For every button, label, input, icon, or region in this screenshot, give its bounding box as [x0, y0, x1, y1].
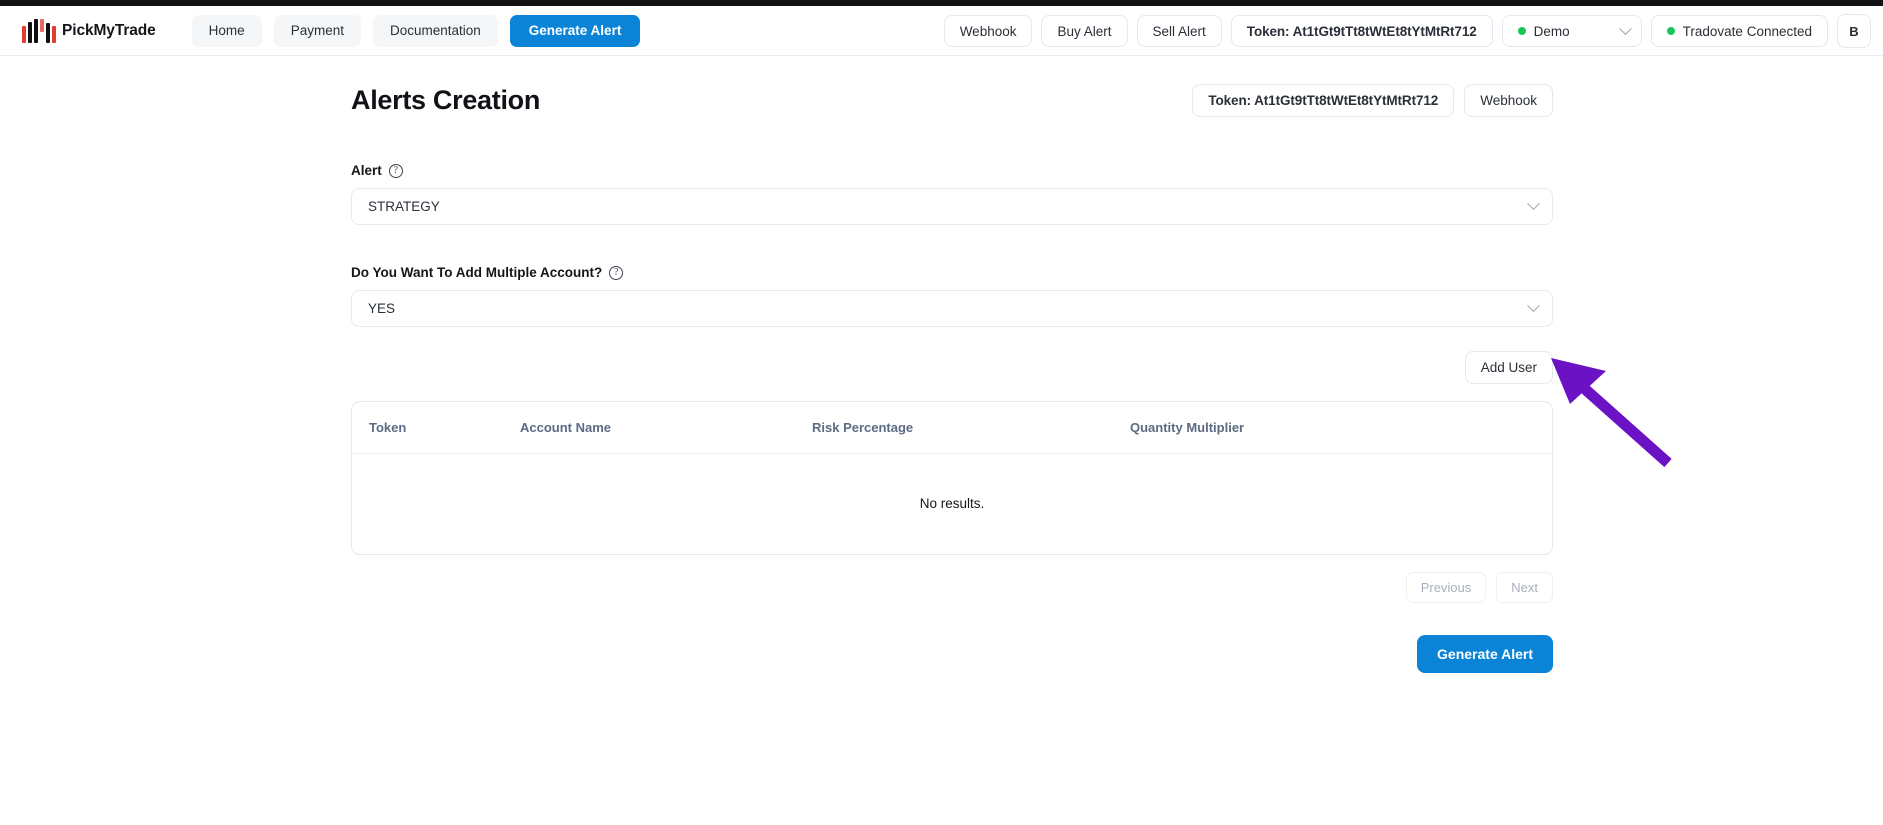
nav-item-home[interactable]: Home: [191, 14, 262, 47]
help-circle-icon[interactable]: ?: [609, 265, 624, 280]
broker-connection-status[interactable]: Tradovate Connected: [1650, 15, 1828, 47]
navbar-right-group: Webhook Buy Alert Sell Alert Token: At1t…: [943, 6, 1871, 56]
environment-status-dot-icon: [1517, 27, 1526, 35]
chevron-down-icon: [1527, 299, 1540, 313]
accounts-table-head: Token Account Name Risk Percentage Quant…: [352, 402, 1552, 454]
broker-status-dot-icon: [1666, 27, 1675, 35]
multiple-account-select-value: YES: [368, 301, 396, 316]
multiple-account-label-row: Do You Want To Add Multiple Account? ?: [351, 265, 1553, 280]
alert-field-label-row: Alert ?: [351, 163, 1553, 178]
multiple-account-select[interactable]: YES: [351, 290, 1553, 327]
accounts-table-body: No results.: [352, 454, 1552, 554]
alert-type-select-value: STRATEGY: [368, 199, 440, 214]
pagination-next-button[interactable]: Next: [1496, 571, 1553, 603]
navbar-webhook-button[interactable]: Webhook: [943, 15, 1033, 47]
table-empty-row: No results.: [352, 454, 1552, 554]
multiple-account-label: Do You Want To Add Multiple Account?: [351, 265, 603, 280]
brand-name: PickMyTrade: [62, 21, 156, 39]
multiple-account-field: Do You Want To Add Multiple Account? ? Y…: [351, 265, 1553, 327]
environment-selector-label: Demo: [1533, 23, 1570, 39]
header-token-button[interactable]: Token: At1tGt9tTt8tWtEt8tYtMtRt712: [1192, 83, 1455, 117]
main-navbar: PickMyTrade Home Payment Documentation G…: [0, 6, 1883, 56]
nav-item-payment[interactable]: Payment: [273, 14, 361, 47]
alerts-creation-container: Alerts Creation Token: At1tGt9tTt8tWtEt8…: [351, 77, 1553, 673]
pickmytrade-bars-icon: [22, 18, 56, 43]
column-header-risk-percentage: Risk Percentage: [812, 402, 1130, 454]
table-header-row: Token Account Name Risk Percentage Quant…: [352, 402, 1552, 454]
page-title: Alerts Creation: [351, 84, 541, 115]
chevron-down-icon: [1618, 21, 1632, 35]
navbar-sell-alert-button[interactable]: Sell Alert: [1136, 15, 1222, 47]
accounts-table-card: Token Account Name Risk Percentage Quant…: [351, 401, 1553, 555]
add-user-row: Add User: [351, 351, 1553, 384]
navbar-buy-alert-button[interactable]: Buy Alert: [1041, 15, 1128, 47]
pagination-previous-button[interactable]: Previous: [1405, 571, 1487, 603]
page-body: Alerts Creation Token: At1tGt9tTt8tWtEt8…: [0, 57, 1883, 825]
help-circle-icon[interactable]: ?: [388, 163, 403, 178]
broker-connection-label: Tradovate Connected: [1682, 23, 1812, 39]
column-header-quantity-multiplier: Quantity Multiplier: [1130, 402, 1552, 454]
chevron-down-icon: [1527, 197, 1540, 211]
navbar-token-button[interactable]: Token: At1tGt9tTt8tWtEt8tYtMtRt712: [1230, 15, 1493, 47]
generate-alert-button[interactable]: Generate Alert: [1417, 634, 1553, 673]
alert-field: Alert ? STRATEGY: [351, 163, 1553, 225]
page-header-actions: Token: At1tGt9tTt8tWtEt8tYtMtRt712 Webho…: [1192, 83, 1553, 117]
brand-logo[interactable]: PickMyTrade: [22, 18, 156, 43]
table-empty-message: No results.: [919, 496, 985, 512]
alert-type-select[interactable]: STRATEGY: [351, 188, 1553, 225]
column-header-account-name: Account Name: [520, 402, 812, 454]
submit-row: Generate Alert: [351, 634, 1553, 673]
environment-selector[interactable]: Demo: [1501, 15, 1642, 47]
alert-field-label: Alert: [351, 163, 382, 178]
column-header-token: Token: [352, 402, 520, 454]
accounts-table: Token Account Name Risk Percentage Quant…: [352, 402, 1552, 554]
nav-item-generate-alert[interactable]: Generate Alert: [509, 14, 641, 47]
primary-nav: Home Payment Documentation Generate Aler…: [191, 14, 641, 47]
add-user-button[interactable]: Add User: [1464, 351, 1553, 384]
page-header: Alerts Creation Token: At1tGt9tTt8tWtEt8…: [351, 77, 1553, 123]
nav-item-documentation[interactable]: Documentation: [372, 14, 498, 47]
header-webhook-button[interactable]: Webhook: [1464, 83, 1553, 117]
avatar[interactable]: B: [1837, 14, 1871, 48]
table-pagination: Previous Next: [351, 571, 1553, 603]
